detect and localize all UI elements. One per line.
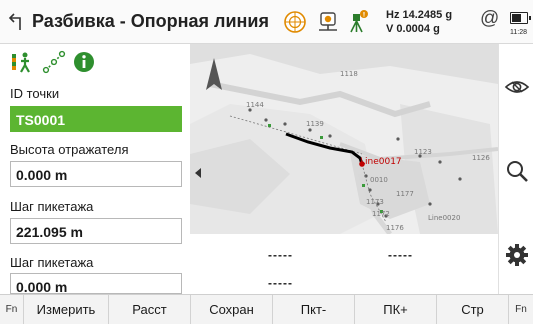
svg-text:!: ! [363, 12, 366, 19]
input-panel: ID точки TS0001 Высота отражателя 0.000 … [0, 44, 190, 294]
line-name-label: Line0017 [360, 157, 402, 167]
fn-right-button[interactable]: Fn [509, 295, 533, 324]
distance-button[interactable]: Расст [109, 295, 191, 324]
clock: 11:28 [510, 29, 527, 36]
map-tool-rail [498, 44, 533, 294]
hz-value: Hz 14.2485 g [386, 9, 453, 21]
battery-icon [510, 12, 531, 24]
map-label: Line0020 [428, 214, 460, 222]
map-label: 1173 [366, 198, 384, 206]
save-button[interactable]: Сохран [191, 295, 273, 324]
map-label: 1123 [414, 148, 432, 156]
prism-target-icon[interactable] [283, 9, 307, 35]
chainage-step-label-2: Шаг пикетажа [10, 255, 94, 270]
page-title: Разбивка - Опорная линия [32, 11, 269, 31]
collapse-panel-icon[interactable] [192, 164, 204, 182]
chainage-minus-button[interactable]: Пкт- [273, 295, 355, 324]
settings-gear-icon[interactable] [504, 242, 530, 268]
map-label: 0010 [370, 176, 388, 184]
search-zoom-icon[interactable] [504, 158, 530, 184]
map-canvas[interactable]: 1144 1139 1118 1126 1123 1173 1172 1177 … [190, 44, 498, 234]
chainage-step-field-2[interactable]: 0.000 m [10, 273, 182, 294]
chainage-plus-button[interactable]: ПК+ [355, 295, 437, 324]
info-icon[interactable] [72, 50, 96, 74]
measure-button[interactable]: Измерить [24, 295, 109, 324]
stakeout-value-1: ----- [268, 248, 293, 262]
tripod-warning-icon[interactable]: ! [345, 9, 369, 35]
stakeout-value-2: ----- [388, 248, 413, 262]
point-id-label: ID точки [10, 86, 60, 101]
map-label: 1176 [386, 224, 404, 232]
map-label: 1118 [340, 70, 358, 78]
stakeout-person-icon[interactable] [10, 50, 34, 74]
map-label: 1139 [306, 120, 324, 128]
eye-view-icon[interactable] [504, 74, 530, 100]
target-height-label: Высота отражателя [10, 142, 129, 157]
title-bar: Разбивка - Опорная линия ! Hz 14.2485 g … [0, 0, 533, 44]
map-label: 1177 [396, 190, 414, 198]
back-arrow-icon[interactable] [8, 11, 26, 33]
v-value: V 0.0004 g [386, 23, 440, 35]
point-id-field[interactable]: TS0001 [10, 106, 182, 132]
map-label: 1172 [372, 210, 390, 218]
angle-readout: Hz 14.2485 g V 0.0004 g [386, 8, 452, 36]
map-view[interactable]: 1144 1139 1118 1126 1123 1173 1172 1177 … [190, 44, 498, 234]
stakeout-values: ----- ----- ----- [190, 234, 498, 294]
instrument-icon[interactable] [316, 9, 340, 35]
at-icon[interactable]: @ [480, 8, 499, 30]
chainage-step-field-1[interactable]: 221.095 m [10, 218, 182, 244]
chainage-step-label-1: Шаг пикетажа [10, 199, 94, 214]
page-button[interactable]: Стр [437, 295, 509, 324]
target-height-field[interactable]: 0.000 m [10, 161, 182, 187]
line-points-icon[interactable] [42, 50, 66, 74]
stakeout-value-3: ----- [268, 276, 293, 290]
map-label: 1144 [246, 101, 264, 109]
softkey-bar: Fn Измерить Расст Сохран Пкт- ПК+ Стр Fn [0, 294, 533, 324]
map-label: 1126 [472, 154, 490, 162]
fn-left-button[interactable]: Fn [0, 295, 24, 324]
